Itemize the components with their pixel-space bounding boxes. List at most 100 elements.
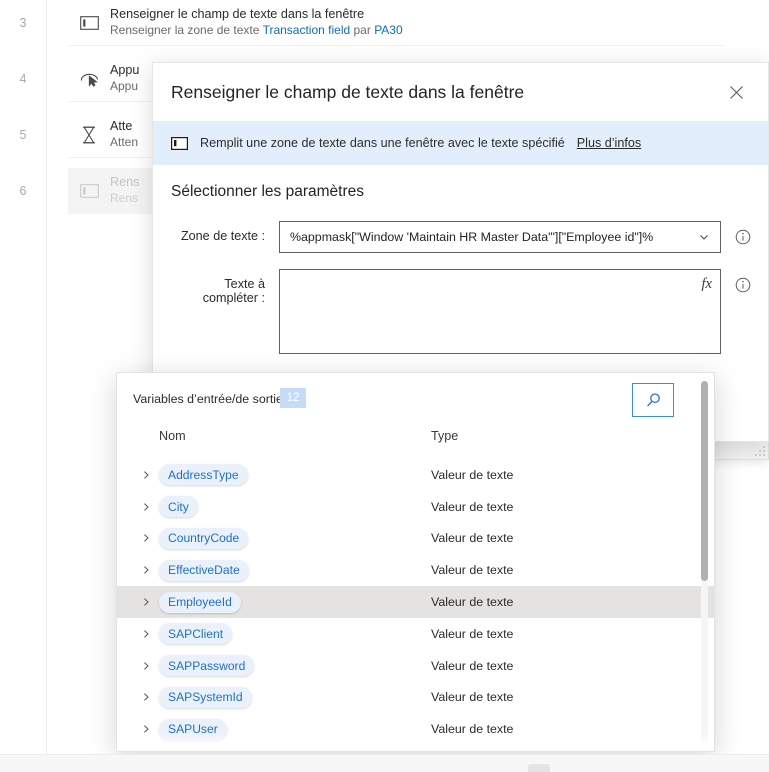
info-icon[interactable] (735, 277, 751, 293)
step-subtitle: Atten (110, 134, 139, 149)
cursor-click-icon (68, 71, 110, 87)
chevron-right-icon[interactable] (133, 692, 159, 702)
bottom-handle[interactable] (528, 764, 550, 772)
variable-row[interactable]: SAPSystemId Valeur de texte (117, 682, 714, 714)
dialog-title: Renseigner le champ de texte dans la fen… (171, 81, 525, 102)
variable-row[interactable]: CountryCode Valeur de texte (117, 523, 714, 555)
variable-pill[interactable]: SAPSystemId (159, 686, 252, 708)
dialog-header: Renseigner le champ de texte dans la fen… (153, 63, 768, 121)
step-text: Appu Appu (110, 63, 139, 94)
parameters-heading: Sélectionner les paramètres (171, 183, 364, 200)
variable-row[interactable]: EmployeeId Valeur de texte (117, 586, 714, 618)
screen-root: 3 Renseigner le champ de texte dans la fe… (0, 0, 769, 772)
variables-title: Variables d’entrée/de sortie (133, 392, 283, 406)
field-row-textbox: Zone de texte : %appmask["Window 'Mainta… (171, 221, 751, 253)
variable-type-cell: Valeur de texte (431, 690, 514, 705)
step-subtitle: Renseigner la zone de texte Transaction … (110, 22, 403, 37)
variable-type-cell: Valeur de texte (431, 626, 514, 641)
variable-pill[interactable]: City (159, 496, 198, 518)
variable-type-cell: Valeur de texte (431, 531, 514, 546)
chevron-right-icon[interactable] (133, 565, 159, 575)
variable-name-cell: SAPSystemId (159, 686, 431, 708)
step-title: Appu (110, 63, 140, 78)
step-title: Atte (110, 119, 133, 134)
variable-row[interactable]: City Valeur de texte (117, 491, 714, 523)
textbox-field-control: %appmask["Window 'Maintain HR Master Dat… (279, 221, 721, 253)
page-bottom-strip (0, 754, 769, 772)
text-to-fill-input[interactable]: fx (279, 269, 721, 354)
variables-scrollbar[interactable] (701, 381, 708, 745)
variables-count-badge: 12 (280, 388, 306, 408)
chevron-right-icon[interactable] (133, 533, 159, 543)
variable-row[interactable]: EffectiveDate Valeur de texte (117, 554, 714, 586)
chevron-right-icon[interactable] (133, 724, 159, 734)
variable-pill[interactable]: EmployeeId (159, 591, 241, 613)
textbox-field-label: Zone de texte : (180, 229, 265, 243)
chevron-right-icon[interactable] (133, 661, 159, 671)
variable-row[interactable]: SAPClient Valeur de texte (117, 618, 714, 650)
variable-name-cell: EffectiveDate (159, 559, 431, 581)
step-number: 4 (19, 72, 27, 86)
variable-pill[interactable]: SAPPassword (159, 655, 255, 677)
variable-name-cell: SAPClient (159, 623, 431, 645)
more-info-link[interactable]: Plus d’infos (577, 136, 641, 150)
variable-type-cell: Valeur de texte (431, 499, 514, 514)
variable-type-cell: Valeur de texte (431, 467, 514, 482)
variable-pill[interactable]: SAPClient (159, 623, 233, 645)
variables-flyout-header: Variables d’entrée/de sortie 12 (117, 373, 714, 429)
variable-pill[interactable]: CountryCode (159, 527, 249, 549)
variable-row[interactable]: SAPUser Valeur de texte (117, 713, 714, 745)
variable-pill[interactable]: SAPUser (159, 718, 227, 740)
banner-text: Remplit une zone de texte dans une fenêt… (200, 136, 565, 150)
chevron-right-icon[interactable] (133, 597, 159, 607)
step-title: Rens (110, 175, 140, 190)
scrollbar-thumb[interactable] (701, 381, 708, 581)
step-number: 5 (19, 128, 27, 142)
description-banner: Remplit une zone de texte dans une fenêt… (153, 121, 768, 165)
close-icon[interactable] (720, 76, 752, 108)
variable-name-cell: CountryCode (159, 527, 431, 549)
chevron-right-icon[interactable] (133, 470, 159, 480)
textbox-select-value: %appmask["Window 'Maintain HR Master Dat… (290, 230, 654, 244)
step-link[interactable]: PA30 (374, 23, 402, 37)
info-icon[interactable] (735, 229, 751, 245)
chevron-down-icon[interactable] (692, 231, 716, 243)
step-card[interactable]: Renseigner le champ de texte dans la fen… (68, 0, 724, 46)
step-link[interactable]: Transaction field (263, 23, 351, 37)
step-row[interactable]: 3 Renseigner le champ de texte dans la fe… (0, 0, 724, 46)
textbox-icon (171, 136, 188, 150)
step-text: Atte Atten (110, 119, 138, 150)
hourglass-icon (68, 126, 110, 144)
step-title: Renseigner le champ de texte dans la fen… (110, 7, 365, 22)
search-icon[interactable] (632, 383, 674, 417)
variable-row[interactable]: AddressType Valeur de texte (117, 459, 714, 491)
variable-type-cell: Valeur de texte (431, 563, 514, 578)
variable-pill[interactable]: EffectiveDate (159, 559, 249, 581)
step-subtitle: Rens (110, 190, 139, 205)
textbox-icon (68, 183, 110, 198)
variable-name-cell: SAPUser (159, 718, 431, 740)
variable-pill[interactable]: AddressType (159, 464, 248, 486)
chevron-right-icon[interactable] (133, 629, 159, 639)
variable-type-cell: Valeur de texte (431, 658, 514, 673)
resize-grip-icon[interactable] (749, 440, 765, 456)
step-number: 3 (19, 16, 27, 30)
variable-type-cell: Valeur de texte (431, 722, 514, 737)
chevron-right-icon[interactable] (133, 502, 159, 512)
variable-name-cell: City (159, 496, 431, 518)
column-header-name: Nom (159, 429, 186, 443)
variable-name-cell: SAPPassword (159, 655, 431, 677)
variables-flyout: Variables d’entrée/de sortie 12 Nom Type… (116, 372, 715, 752)
textbox-select[interactable]: %appmask["Window 'Maintain HR Master Dat… (279, 221, 721, 253)
column-header-type: Type (431, 429, 459, 443)
variable-type-cell: Valeur de texte (431, 595, 514, 610)
text-field-control: fx (279, 269, 721, 354)
step-subtitle: Appu (110, 78, 139, 93)
variable-row[interactable]: SAPPassword Valeur de texte (117, 650, 714, 682)
step-text: Renseigner le champ de texte dans la fen… (110, 7, 403, 38)
step-text: Rens Rens (110, 175, 139, 206)
parameters-section: Sélectionner les paramètres Zone de text… (153, 165, 768, 354)
fx-icon[interactable]: fx (702, 276, 712, 293)
field-row-text: Texte à compléter : fx (171, 269, 751, 354)
variables-column-headers: Nom Type (117, 429, 714, 459)
